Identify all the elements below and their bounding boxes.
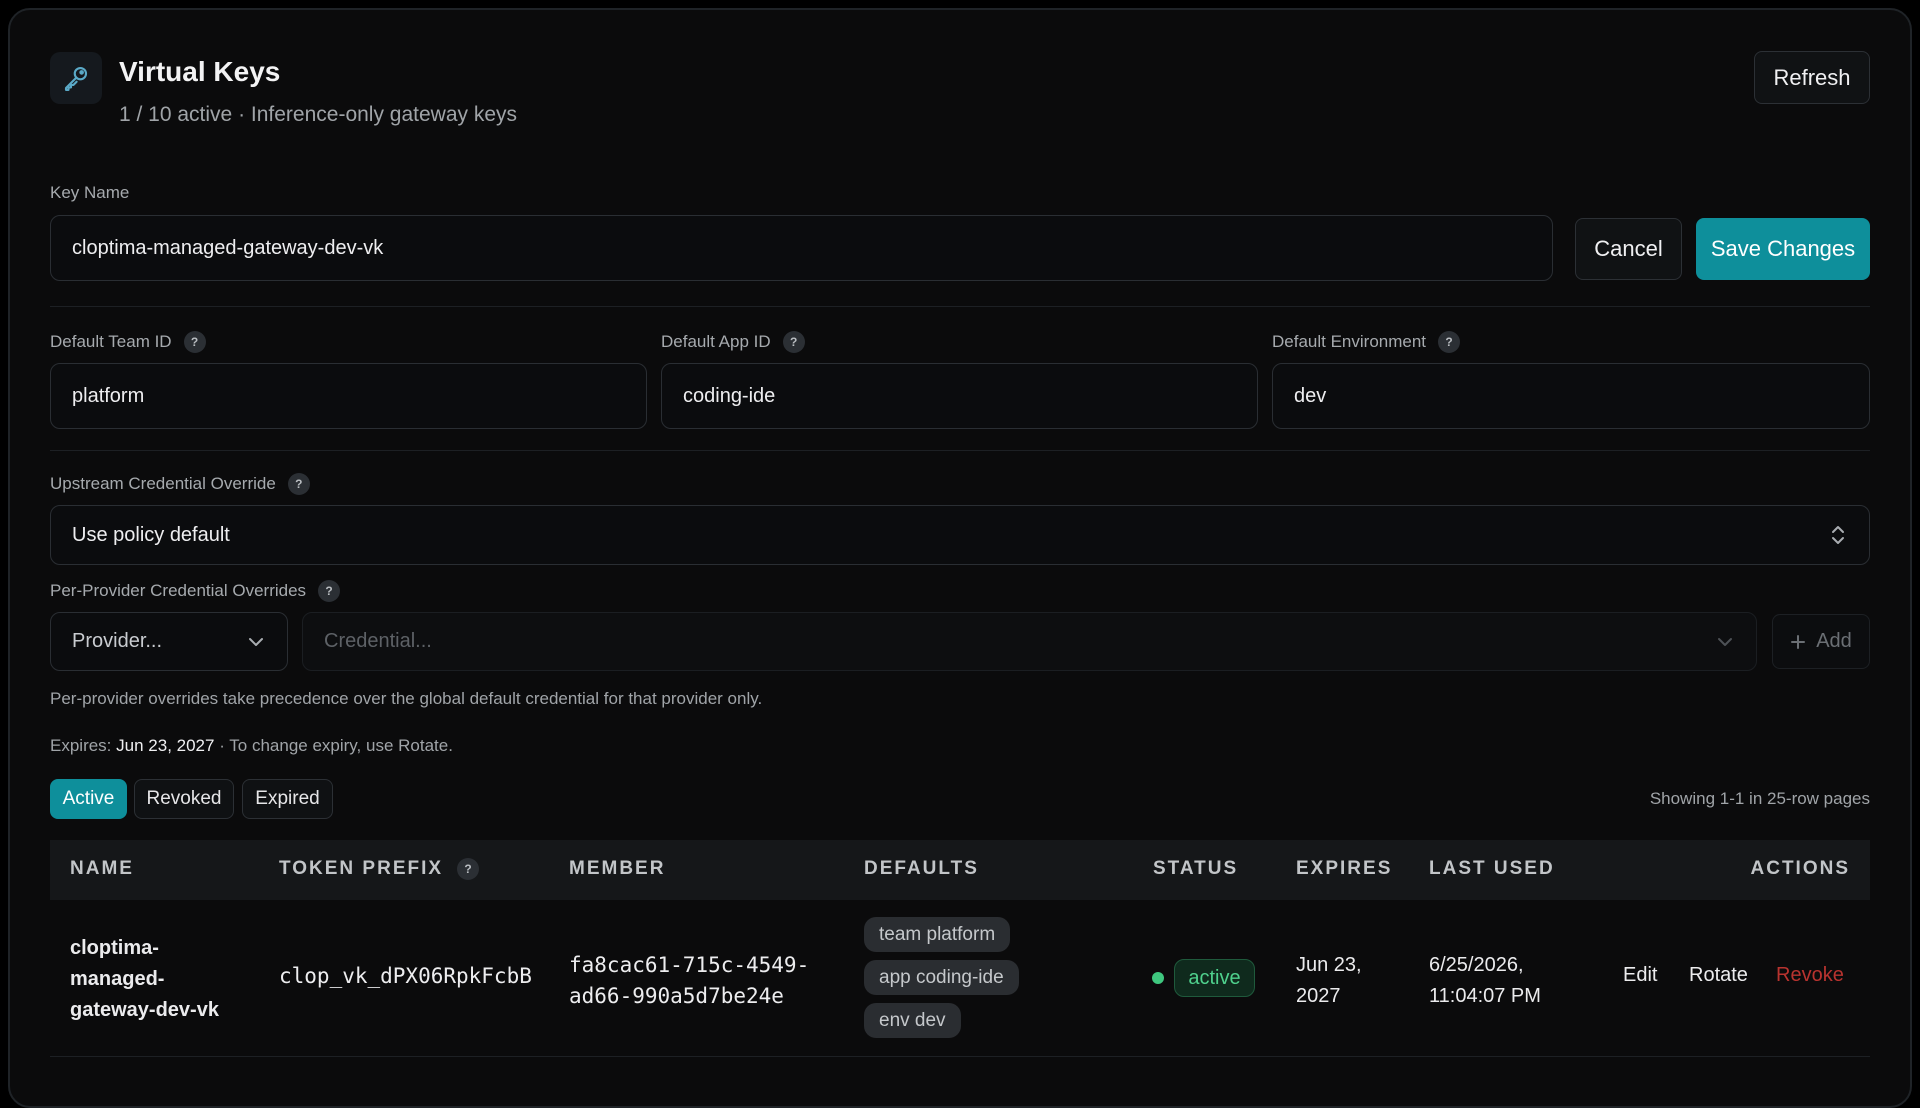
key-name-cell: cloptima- managed- gateway-dev-vk: [70, 933, 219, 1026]
credential-select[interactable]: Credential...: [302, 612, 1757, 671]
upstream-override-select[interactable]: Use policy default: [50, 505, 1870, 565]
app-id-help-icon[interactable]: ?: [782, 331, 805, 353]
token-prefix-help-icon[interactable]: ?: [457, 858, 480, 880]
credential-placeholder: Credential...: [324, 630, 432, 652]
default-chip-env: env dev: [864, 1003, 961, 1038]
default-chip-app: app coding-ide: [864, 960, 1019, 995]
column-token-prefix-text: TOKEN PREFIX: [279, 858, 444, 879]
column-token-prefix: TOKEN PREFIX ?: [279, 858, 480, 880]
chevron-down-icon: [249, 637, 263, 646]
member-line: fa8cac61-715c-4549-: [569, 953, 810, 977]
column-actions: ACTIONS: [1750, 858, 1850, 879]
add-override-label: Add: [1816, 630, 1852, 652]
key-badge: [50, 52, 102, 104]
column-status: STATUS: [1153, 858, 1239, 879]
divider: [50, 450, 1870, 451]
per-provider-help-icon[interactable]: ?: [318, 580, 341, 602]
key-name-line: managed-: [70, 968, 165, 990]
select-updown-icon: [1832, 526, 1844, 544]
app-id-label: Default App ID ?: [661, 331, 805, 353]
page-subtitle: 1 / 10 active · Inference-only gateway k…: [119, 103, 518, 126]
per-provider-label: Per-Provider Credential Overrides ?: [50, 580, 341, 602]
chevron-down-icon: [1718, 637, 1732, 646]
key-name-label-text: Key Name: [50, 183, 130, 202]
team-id-label: Default Team ID ?: [50, 331, 206, 353]
table-header: NAME TOKEN PREFIX ? MEMBER DEFAULTS STAT…: [50, 840, 1870, 900]
tab-revoked[interactable]: Revoked: [134, 779, 234, 819]
environment-label-text: Default Environment: [1272, 332, 1427, 351]
status-badge: active: [1174, 959, 1255, 997]
environment-input[interactable]: dev: [1272, 363, 1870, 429]
save-changes-button[interactable]: Save Changes: [1696, 218, 1870, 280]
column-defaults: DEFAULTS: [864, 858, 979, 879]
upstream-override-label: Upstream Credential Override ?: [50, 473, 310, 495]
member-cell: fa8cac61-715c-4549- ad66-990a5d7be24e: [569, 950, 809, 1012]
provider-placeholder: Provider...: [72, 630, 163, 652]
tab-expired[interactable]: Expired: [242, 779, 333, 819]
upstream-override-help-icon[interactable]: ?: [287, 473, 310, 495]
cancel-button[interactable]: Cancel: [1575, 218, 1682, 280]
team-id-value: platform: [72, 384, 145, 407]
key-name-label: Key Name: [50, 183, 129, 203]
last-used-cell: 6/25/2026, 11:04:07 PM: [1429, 950, 1541, 1012]
upstream-override-value: Use policy default: [72, 523, 230, 546]
team-id-label-text: Default Team ID: [50, 332, 172, 351]
divider: [50, 306, 1870, 307]
column-last-used: LAST USED: [1429, 858, 1555, 879]
expires-cell: Jun 23, 2027: [1296, 950, 1362, 1012]
pagination-summary: Showing 1-1 in 25-row pages: [1649, 789, 1870, 808]
column-name: NAME: [70, 858, 134, 879]
expiry-prefix: Expires:: [50, 736, 112, 755]
token-prefix-cell: clop_vk_dPX06RpkFcbB: [279, 964, 532, 988]
refresh-button[interactable]: Refresh: [1754, 51, 1870, 104]
provider-select[interactable]: Provider...: [50, 612, 288, 671]
expiry-suffix: · To change expiry, use Rotate.: [219, 736, 453, 755]
app-id-input[interactable]: coding-ide: [661, 363, 1258, 429]
expiry-note: Expires: Jun 23, 2027 · To change expiry…: [50, 736, 453, 756]
add-override-button[interactable]: Add: [1772, 614, 1870, 669]
environment-label: Default Environment ?: [1272, 331, 1461, 353]
rotate-action[interactable]: Rotate: [1689, 964, 1748, 987]
tab-active[interactable]: Active: [50, 779, 127, 819]
per-provider-label-text: Per-Provider Credential Overrides: [50, 581, 307, 600]
page-title: Virtual Keys: [119, 56, 281, 87]
default-chip-team: team platform: [864, 917, 1011, 952]
key-name-value: cloptima-managed-gateway-dev-vk: [72, 236, 384, 259]
column-expires: EXPIRES: [1296, 858, 1393, 879]
app-id-value: coding-ide: [683, 384, 776, 407]
edit-action[interactable]: Edit: [1623, 964, 1657, 987]
environment-value: dev: [1294, 384, 1327, 407]
status-dot: [1152, 972, 1164, 984]
column-member: MEMBER: [569, 858, 666, 879]
revoke-action[interactable]: Revoke: [1776, 964, 1844, 987]
team-id-input[interactable]: platform: [50, 363, 647, 429]
expires-line: 2027: [1296, 985, 1341, 1007]
plus-icon: [1791, 634, 1806, 649]
team-id-help-icon[interactable]: ?: [183, 331, 206, 353]
member-line: ad66-990a5d7be24e: [569, 984, 784, 1008]
key-name-line: cloptima-: [70, 937, 159, 959]
expires-line: Jun 23,: [1296, 954, 1362, 976]
last-used-line: 6/25/2026,: [1429, 954, 1524, 976]
key-icon: [64, 66, 88, 91]
key-name-line: gateway-dev-vk: [70, 999, 219, 1021]
upstream-override-label-text: Upstream Credential Override: [50, 474, 276, 493]
app-id-label-text: Default App ID: [661, 332, 771, 351]
environment-help-icon[interactable]: ?: [1438, 331, 1461, 353]
per-provider-hint: Per-provider overrides take precedence o…: [50, 689, 763, 708]
last-used-line: 11:04:07 PM: [1429, 985, 1541, 1007]
key-name-input[interactable]: cloptima-managed-gateway-dev-vk: [50, 215, 1553, 281]
expiry-date: Jun 23, 2027: [116, 736, 215, 755]
